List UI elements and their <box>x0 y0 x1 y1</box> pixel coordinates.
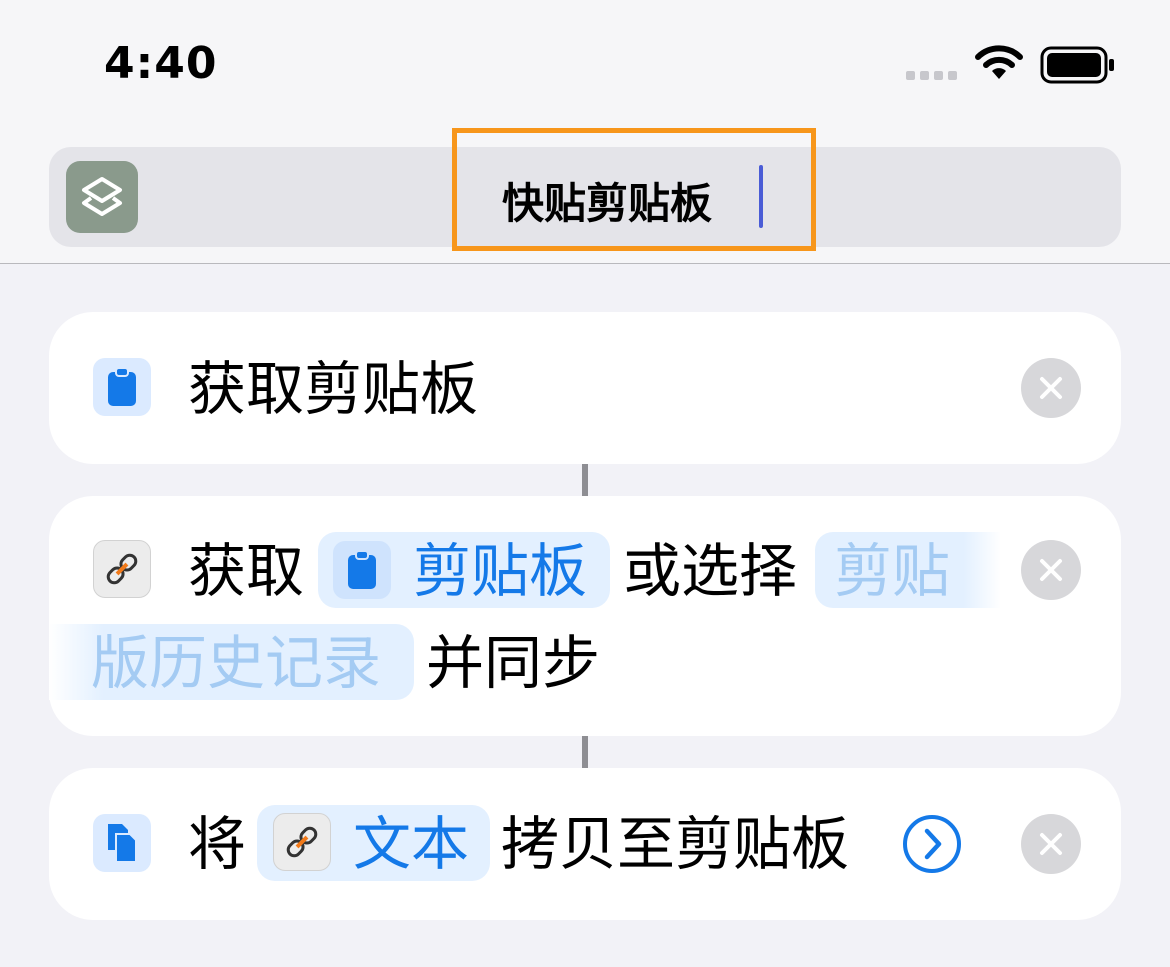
close-icon <box>1040 559 1062 581</box>
history-token-label-part2: 版历史记录 <box>91 629 382 697</box>
copy-documents-icon <box>108 824 137 863</box>
text-token-icon <box>273 813 331 871</box>
copy-action-icon <box>93 814 151 872</box>
action-prefix: 将 <box>188 810 247 878</box>
status-time: 4:40 <box>104 38 218 89</box>
clipboard-icon <box>348 550 376 589</box>
action-suffix: 拷贝至剪贴板 <box>501 810 850 878</box>
wifi-icon <box>975 45 1023 79</box>
close-icon <box>1040 377 1062 399</box>
remove-action-button[interactable] <box>1021 814 1081 874</box>
action-title: 获取剪贴板 <box>188 355 479 423</box>
highlight-box <box>452 128 816 251</box>
close-icon <box>1040 833 1062 855</box>
shortcuts-icon <box>82 177 122 216</box>
action-suffix: 并同步 <box>426 629 601 697</box>
cellular-signal-icon <box>906 71 957 80</box>
clipboard-token-icon <box>333 541 391 599</box>
clipboard-token-label: 剪贴板 <box>413 537 588 605</box>
script-action-icon <box>93 540 151 598</box>
action-connector <box>582 464 588 496</box>
remove-action-button[interactable] <box>1021 358 1081 418</box>
action-prefix: 获取 <box>188 537 305 605</box>
link-script-icon <box>286 826 318 858</box>
text-token-label: 文本 <box>353 810 470 878</box>
clipboard-action-icon <box>93 358 151 416</box>
clipboard-icon <box>108 367 136 406</box>
action-middle-text: 或选择 <box>623 537 798 605</box>
expand-chevron-icon[interactable] <box>902 814 962 874</box>
battery-icon <box>1040 46 1114 84</box>
remove-action-button[interactable] <box>1021 540 1081 600</box>
action-connector <box>582 736 588 768</box>
link-script-icon <box>106 553 138 585</box>
history-token-label-part1: 剪贴 <box>834 537 951 605</box>
shortcuts-app-icon[interactable] <box>66 161 138 233</box>
